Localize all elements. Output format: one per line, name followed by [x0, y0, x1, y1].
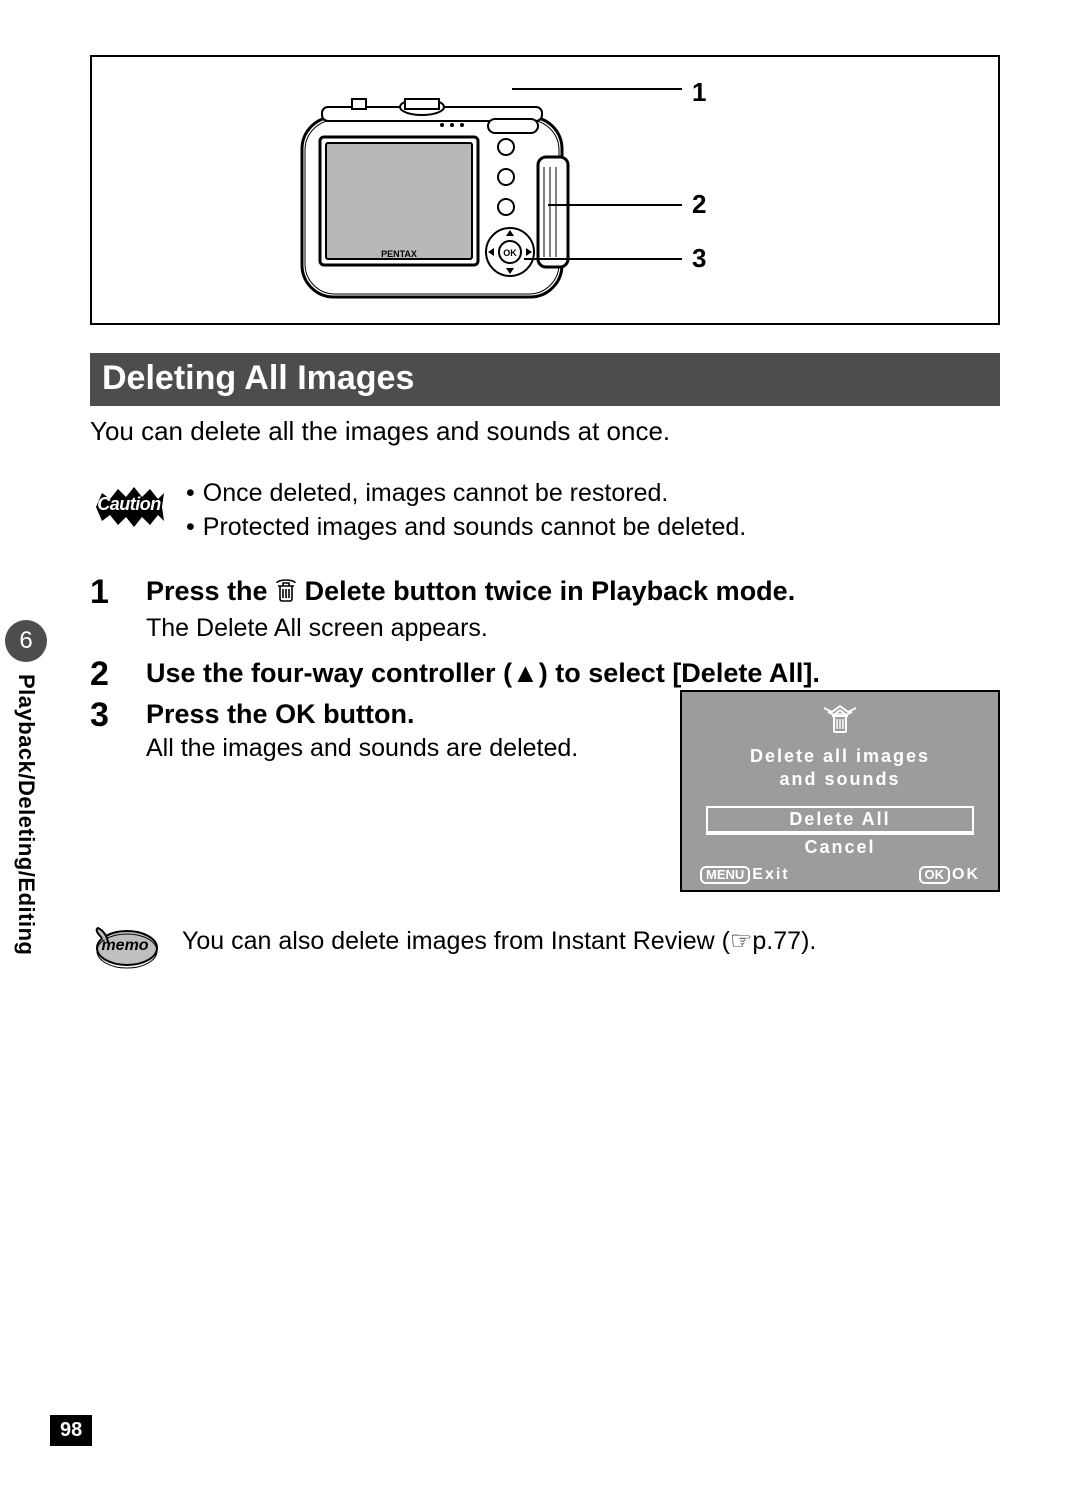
page-ref: ☞p.77: [730, 927, 801, 955]
step-2: 2 Use the four-way controller (▲) to sel…: [90, 655, 1000, 694]
callout-lines: [512, 67, 772, 317]
callout-3: 3: [692, 243, 706, 274]
step-sub: All the images and sounds are deleted.: [146, 734, 660, 763]
camera-brand-text: PENTAX: [381, 249, 417, 259]
trash-icon: [275, 576, 297, 612]
memo-icon: memo: [90, 926, 160, 970]
caution-block: Caution Once deleted, images cannot be r…: [90, 477, 1000, 545]
caution-icon: Caution: [90, 483, 168, 531]
memo-block: memo You can also delete images from Ins…: [90, 926, 1000, 970]
lcd-msg-line1: Delete all images: [750, 746, 930, 766]
lcd-screenshot: Delete all images and sounds Delete All …: [680, 690, 1000, 892]
step-heading-post: Delete button twice in Playback mode.: [297, 576, 795, 606]
lcd-msg-line2: and sounds: [779, 769, 900, 789]
caution-item: Protected images and sounds cannot be de…: [203, 511, 746, 545]
section-heading: Deleting All Images: [90, 353, 1000, 406]
callout-1: 1: [692, 77, 706, 108]
step-heading-pre: Press the: [146, 576, 275, 606]
chapter-badge: 6: [5, 620, 47, 662]
delete-all-icon: [700, 702, 980, 741]
camera-diagram: PENTAX OK 1 2 3: [90, 55, 1000, 325]
chapter-label: Playback/Deleting/Editing: [13, 674, 39, 955]
menu-pill: MENU: [700, 866, 750, 884]
memo-text-pre: You can also delete images from Instant …: [182, 927, 730, 955]
step-sub: The Delete All screen appears.: [146, 614, 1000, 643]
side-tab: 6 Playback/Deleting/Editing: [0, 620, 52, 955]
lcd-exit-label: Exit: [752, 866, 789, 883]
step-1: 1 Press the Delete button twice in Playb…: [90, 573, 1000, 653]
step-heading: Press the OK button.: [146, 696, 660, 732]
step-heading: Use the four-way controller (▲) to selec…: [146, 655, 1000, 691]
page-number: 98: [50, 1415, 92, 1446]
caution-list: Once deleted, images cannot be restored.…: [186, 477, 746, 545]
step-number: 1: [90, 573, 122, 653]
caution-item: Once deleted, images cannot be restored.: [203, 477, 669, 511]
step-number: 2: [90, 655, 122, 694]
step-3: 3 Press the OK button. All the images an…: [90, 696, 1000, 892]
lcd-option-selected: Delete All: [706, 806, 974, 835]
steps: 1 Press the Delete button twice in Playb…: [90, 573, 1000, 893]
intro-text: You can delete all the images and sounds…: [90, 416, 1000, 447]
ok-pill: OK: [919, 866, 951, 884]
callout-2: 2: [692, 189, 706, 220]
lcd-option-cancel: Cancel: [700, 837, 980, 858]
step-number: 3: [90, 696, 122, 892]
memo-text-post: ).: [801, 927, 816, 955]
lcd-ok-label: OK: [952, 866, 980, 883]
